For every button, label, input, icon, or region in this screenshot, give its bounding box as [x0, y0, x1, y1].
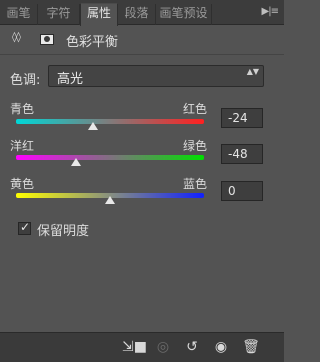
clip-to-layer-icon[interactable]: ⇲■ [122, 339, 147, 355]
slider-blue-label: 蓝色 [183, 177, 208, 191]
adjustment-title: 色彩平衡 [66, 35, 119, 50]
cyan-red-slider-track[interactable] [16, 119, 204, 124]
tab-properties[interactable]: 属性 [80, 3, 118, 26]
magenta-green-slider-handle[interactable] [71, 158, 82, 166]
layer-mask-icon[interactable] [40, 34, 54, 45]
view-previous-icon[interactable]: ◎ [152, 339, 174, 355]
check-mark-icon: ✓ [20, 220, 31, 234]
tab-paragraph[interactable]: 段落 [118, 4, 156, 25]
tone-label: 色调: [10, 73, 41, 88]
select-arrows-icon: ▲▼ [246, 67, 259, 76]
color-balance-adjustment-icon: ◊◊ [12, 32, 21, 43]
panel-tab-bar: 画笔 字符 属性 段落 画笔预设 ▶|≡ [0, 0, 284, 26]
header-divider [0, 54, 284, 55]
slider-green-label: 绿色 [183, 139, 208, 153]
adjustment-header: ◊◊ 色彩平衡 [0, 26, 284, 52]
preserve-luminosity-label: 保留明度 [37, 224, 90, 239]
tab-brush[interactable]: 画笔 [0, 4, 38, 25]
cyan-red-value-field[interactable]: -24 [221, 108, 263, 128]
slider-magenta-label: 洋红 [10, 139, 35, 153]
magenta-green-slider-track[interactable] [16, 155, 204, 160]
tone-select[interactable]: 高光 ▲▼ [48, 65, 264, 87]
tab-brush-presets[interactable]: 画笔预设 [156, 4, 212, 25]
slider-yellow-label: 黄色 [10, 177, 35, 191]
yellow-blue-slider-handle[interactable] [105, 196, 115, 204]
panel-menu-icon[interactable]: ▶|≡ [262, 6, 279, 17]
tone-value: 高光 [57, 72, 84, 87]
yellow-blue-value-field[interactable]: 0 [221, 181, 263, 201]
tab-character[interactable]: 字符 [38, 4, 80, 25]
magenta-green-value-field[interactable]: -48 [221, 144, 263, 164]
delete-icon[interactable]: 🗑 [240, 339, 262, 355]
reset-icon[interactable]: ↺ [181, 339, 203, 355]
cyan-red-slider-handle[interactable] [88, 122, 99, 130]
preserve-luminosity-checkbox[interactable]: ✓ [18, 220, 31, 235]
slider-red-label: 红色 [183, 102, 208, 116]
bottom-toolbar: ⇲■ ◎ ↺ ◉ 🗑 [0, 332, 284, 362]
slider-cyan-label: 青色 [10, 102, 35, 116]
visibility-eye-icon[interactable]: ◉ [210, 339, 232, 355]
